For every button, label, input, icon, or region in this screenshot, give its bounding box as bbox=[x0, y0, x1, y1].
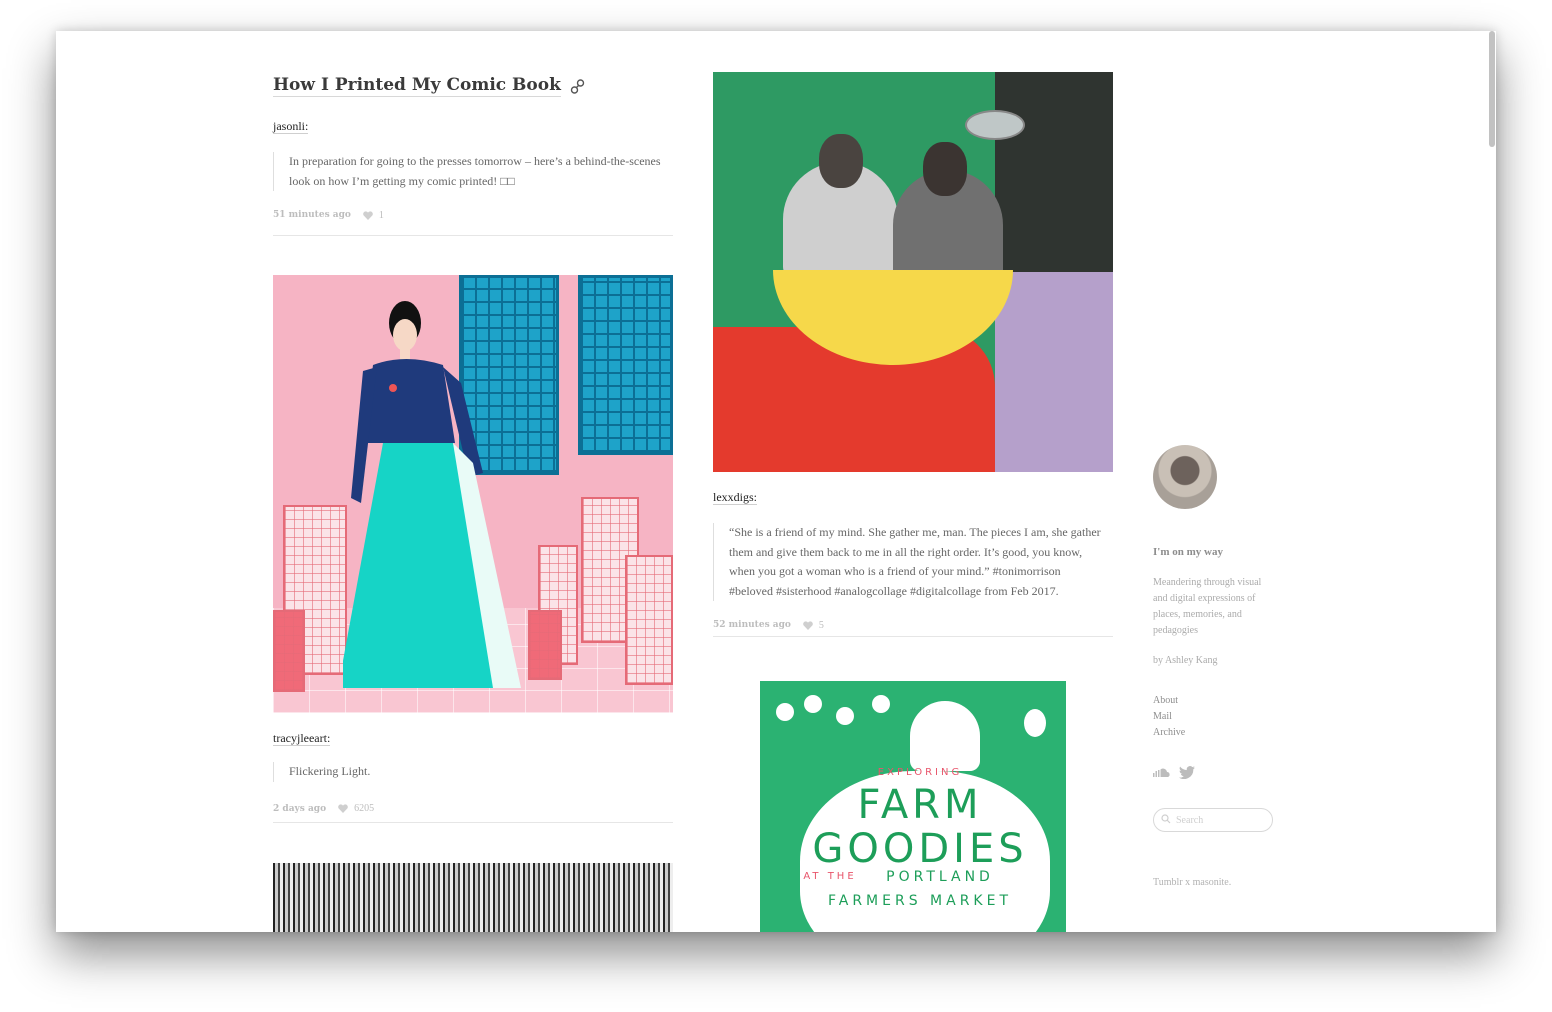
vegetable-doodle bbox=[836, 707, 854, 725]
heart-icon[interactable] bbox=[338, 804, 348, 813]
theme-credit[interactable]: Tumblr x masonite. bbox=[1153, 877, 1231, 888]
scrollbar-thumb[interactable] bbox=[1489, 31, 1495, 147]
post-hanbok: tracyjleeart: Flickering Light. 2 days a… bbox=[273, 275, 673, 823]
artwork-text-exploring: EXPLORING bbox=[877, 767, 963, 778]
notes-count: 5 bbox=[818, 619, 824, 631]
hanbok-woman-figure bbox=[343, 301, 521, 688]
post-title-link[interactable]: How I Printed My Comic Book bbox=[273, 75, 561, 97]
reblog-username[interactable]: tracyjleeart: bbox=[273, 731, 331, 746]
ink-texture-image[interactable] bbox=[273, 863, 673, 932]
link-icon[interactable] bbox=[569, 78, 586, 95]
post-meta: 51 minutes ago 1 bbox=[273, 207, 673, 223]
artwork-text-goodies: GOODIES bbox=[812, 826, 1028, 872]
artwork-text-portland: PORTLAND bbox=[886, 869, 994, 885]
vegetable-doodle bbox=[872, 695, 890, 713]
search-input[interactable] bbox=[1176, 814, 1266, 826]
social-links bbox=[1153, 766, 1195, 782]
artwork-text-farmers-market: FARMERS MARKET bbox=[827, 893, 1013, 909]
lilac-panel bbox=[995, 272, 1113, 472]
twitter-icon[interactable] bbox=[1179, 766, 1195, 782]
lantern bbox=[273, 610, 305, 692]
search-box[interactable] bbox=[1153, 808, 1273, 832]
water-drop-shape bbox=[965, 110, 1025, 140]
lantern bbox=[625, 555, 673, 685]
post-meta: 52 minutes ago 5 bbox=[713, 617, 1113, 633]
post-comic-book: How I Printed My Comic Book jasonli: In … bbox=[273, 31, 673, 236]
sack-top-shape bbox=[910, 701, 980, 771]
notes-count: 6205 bbox=[354, 803, 375, 814]
blog-description: Meandering through visual and digital ex… bbox=[1153, 577, 1262, 636]
vegetable-doodle bbox=[776, 703, 794, 721]
reblog-username[interactable]: jasonli: bbox=[273, 119, 309, 134]
avatar[interactable] bbox=[1153, 445, 1217, 509]
woman-head bbox=[923, 142, 967, 196]
farm-goodies-image[interactable]: EXPLORING FARM GOODIES AT THE PORTLAND F… bbox=[760, 681, 1066, 932]
vegetable-doodle bbox=[804, 695, 822, 713]
blog-title[interactable]: I'm on my way bbox=[1153, 546, 1223, 558]
left-column: How I Printed My Comic Book jasonli: In … bbox=[273, 31, 673, 932]
lattice-window-right bbox=[578, 275, 673, 455]
post-farm-goodies: EXPLORING FARM GOODIES AT THE PORTLAND F… bbox=[713, 637, 1113, 932]
blog-byline: by Ashley Kang bbox=[1153, 655, 1218, 666]
nav-link-mail[interactable]: Mail bbox=[1153, 709, 1185, 725]
post-quote: In preparation for going to the presses … bbox=[273, 152, 663, 191]
post-timestamp[interactable]: 51 minutes ago bbox=[273, 210, 351, 220]
post-timestamp[interactable]: 52 minutes ago bbox=[713, 620, 791, 630]
dark-panel bbox=[995, 72, 1113, 272]
heart-icon[interactable] bbox=[363, 210, 373, 220]
nav-link-about[interactable]: About bbox=[1153, 693, 1185, 709]
notes-count: 1 bbox=[378, 209, 384, 221]
collage-image[interactable] bbox=[713, 72, 1113, 472]
post-quote: Flickering Light. bbox=[273, 762, 663, 782]
heart-icon[interactable] bbox=[803, 620, 813, 630]
sidebar-nav: About Mail Archive bbox=[1153, 693, 1185, 741]
post-collage: lexxdigs: “She is a friend of my mind. S… bbox=[713, 72, 1113, 637]
post-title: How I Printed My Comic Book bbox=[273, 75, 586, 97]
browser-viewport: How I Printed My Comic Book jasonli: In … bbox=[56, 31, 1496, 932]
lantern bbox=[528, 610, 562, 680]
right-column: lexxdigs: “She is a friend of my mind. S… bbox=[713, 31, 1113, 932]
post-meta: 2 days ago 6205 bbox=[273, 801, 673, 817]
hanbok-illustration-image[interactable] bbox=[273, 275, 673, 713]
nav-link-archive[interactable]: Archive bbox=[1153, 725, 1185, 741]
post-quote: “She is a friend of my mind. She gather … bbox=[713, 523, 1103, 601]
reblog-username[interactable]: lexxdigs: bbox=[713, 490, 757, 505]
vegetable-doodle bbox=[1024, 709, 1046, 737]
post-timestamp[interactable]: 2 days ago bbox=[273, 804, 326, 814]
artwork-text-at-the: AT THE bbox=[803, 871, 857, 882]
search-icon bbox=[1161, 813, 1171, 827]
soundcloud-icon[interactable] bbox=[1153, 768, 1171, 781]
artwork-text-farm: FARM bbox=[857, 782, 983, 828]
woman-head bbox=[819, 134, 863, 188]
